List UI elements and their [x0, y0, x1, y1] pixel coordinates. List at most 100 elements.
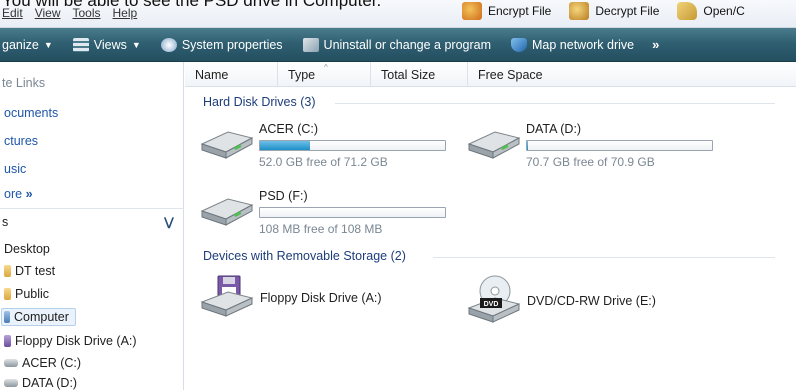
menu-tools[interactable]: Tools [72, 6, 100, 20]
drive-usage-bar [259, 207, 446, 218]
folders-header[interactable]: s ⋁ [0, 210, 184, 234]
uninstall-label: Uninstall or change a program [323, 37, 491, 52]
drive-tile-psd[interactable]: PSD (F:) 108 MB free of 108 MB [198, 189, 468, 241]
column-type-label: Type [288, 67, 316, 82]
system-properties-icon [160, 37, 177, 52]
command-bar: ganize ▼ Views ▼ System properties Unins… [0, 28, 796, 62]
drive-name: ACER (C:) [259, 122, 319, 136]
menu-bar: Edit View Tools Help [2, 6, 137, 20]
group-divider [335, 103, 775, 104]
drive-free-text: 52.0 GB free of 71.2 GB [259, 155, 388, 169]
open-button[interactable]: Open/C [677, 2, 745, 20]
menu-view[interactable]: View [35, 6, 61, 20]
nav-divider [0, 208, 184, 209]
tree-item-data[interactable]: DATA (D:) [4, 376, 77, 390]
tree-item-label: Computer [14, 310, 69, 324]
device-tile-dvd[interactable]: DVD DVD/CD-RW Drive (E:) [465, 274, 705, 324]
group-title-hard-disks[interactable]: Hard Disk Drives (3) [203, 95, 316, 109]
content-pane: Name ^ Type Total Size Free Space Hard D… [185, 62, 796, 390]
dvd-drive-icon: DVD [467, 275, 521, 323]
tree-item-label: ACER (C:) [22, 356, 82, 370]
drive-free-text: 70.7 GB free of 70.9 GB [526, 155, 655, 169]
nav-link-more[interactable]: ore » [4, 187, 33, 201]
tree-item-desktop[interactable]: Desktop [4, 242, 50, 256]
map-network-drive-icon [511, 37, 527, 52]
chevron-down-icon: ⋁ [163, 215, 174, 229]
uninstall-icon [302, 37, 319, 52]
tree-item-floppy[interactable]: Floppy Disk Drive (A:) [4, 334, 137, 348]
uninstall-program-button[interactable]: Uninstall or change a program [302, 37, 491, 52]
nav-link-music[interactable]: usic [4, 162, 26, 176]
system-properties-button[interactable]: System properties [160, 37, 283, 52]
column-total-size[interactable]: Total Size [371, 62, 468, 87]
column-free-space[interactable]: Free Space [468, 62, 563, 87]
more-chevron-icon: » [652, 37, 660, 52]
tree-item-computer[interactable]: Computer [1, 308, 76, 326]
drive-name: PSD (F:) [259, 189, 308, 203]
organize-button[interactable]: ganize ▼ [2, 38, 53, 52]
views-label: Views [93, 37, 127, 52]
drive-usage-bar [526, 140, 713, 151]
views-button[interactable]: Views ▼ [72, 37, 141, 52]
drive-icon [4, 359, 18, 367]
drive-tile-acer[interactable]: ACER (C:) 52.0 GB free of 71.2 GB [198, 122, 468, 174]
drive-usage-fill [260, 141, 310, 150]
device-name: Floppy Disk Drive (A:) [260, 291, 382, 305]
drive-name: DATA (D:) [526, 122, 582, 136]
organize-dropdown-icon: ▼ [43, 39, 53, 50]
decrypt-file-button[interactable]: Decrypt File [569, 2, 659, 20]
drive-usage-fill [527, 141, 528, 150]
map-network-drive-label: Map network drive [532, 37, 635, 52]
nav-link-documents[interactable]: ocuments [4, 106, 58, 120]
computer-icon [4, 311, 10, 323]
tree-item-label: Floppy Disk Drive (A:) [15, 334, 137, 348]
tree-item-public[interactable]: Public [4, 287, 49, 301]
open-label: Open/C [703, 4, 745, 18]
hard-drive-icon [200, 131, 254, 159]
open-icon [677, 2, 698, 20]
column-name[interactable]: Name [185, 62, 278, 87]
system-properties-label: System properties [181, 37, 283, 52]
encrypt-file-label: Encrypt File [488, 4, 552, 18]
menu-edit[interactable]: Edit [2, 6, 23, 20]
decrypt-icon [569, 2, 590, 20]
tree-item-dt-test[interactable]: DT test [4, 264, 55, 278]
encrypt-file-button[interactable]: Encrypt File [462, 2, 551, 20]
tree-item-label: Desktop [4, 242, 50, 256]
menu-help[interactable]: Help [113, 6, 138, 20]
group-divider [433, 257, 775, 258]
group-title-removable[interactable]: Devices with Removable Storage (2) [203, 249, 406, 263]
nav-more-label: ore [4, 187, 23, 201]
more-commands-button[interactable]: » [652, 37, 660, 52]
hard-drive-icon [467, 131, 521, 159]
tree-item-label: DATA (D:) [22, 376, 78, 390]
organize-label: ganize [2, 37, 39, 52]
floppy-drive-icon [200, 275, 254, 317]
navigation-pane: te Links ocuments ctures usic ore » s ⋁ … [0, 62, 184, 390]
tree-item-label: DT test [15, 264, 56, 278]
hard-drive-icon [200, 198, 254, 226]
floppy-icon [4, 335, 11, 347]
dvd-badge: DVD [484, 301, 499, 308]
map-network-drive-button[interactable]: Map network drive [511, 37, 635, 52]
tree-item-label: Public [15, 287, 50, 301]
drive-icon [4, 379, 18, 387]
tree-item-acer[interactable]: ACER (C:) [4, 356, 81, 370]
device-tile-floppy[interactable]: Floppy Disk Drive (A:) [198, 274, 418, 322]
favorite-links-title: te Links [2, 76, 46, 90]
drive-tile-data[interactable]: DATA (D:) 70.7 GB free of 70.9 GB [465, 122, 745, 174]
drive-usage-bar [259, 140, 446, 151]
file-tools: Encrypt File Decrypt File Open/C [462, 2, 745, 20]
decrypt-file-label: Decrypt File [595, 4, 660, 18]
nav-more-chevron-icon: » [25, 187, 33, 201]
nav-link-pictures[interactable]: ctures [4, 134, 38, 148]
views-dropdown-icon: ▼ [131, 39, 141, 50]
folder-icon [4, 288, 11, 300]
device-name: DVD/CD-RW Drive (E:) [527, 294, 656, 308]
column-type[interactable]: ^ Type [278, 62, 371, 87]
drive-free-text: 108 MB free of 108 MB [259, 222, 383, 236]
folders-label: s [2, 215, 9, 229]
title-strip: You will be able to see the PSD drive in… [0, 0, 796, 28]
sort-ascending-icon: ^ [324, 63, 328, 72]
column-header-row: Name ^ Type Total Size Free Space [185, 62, 796, 87]
